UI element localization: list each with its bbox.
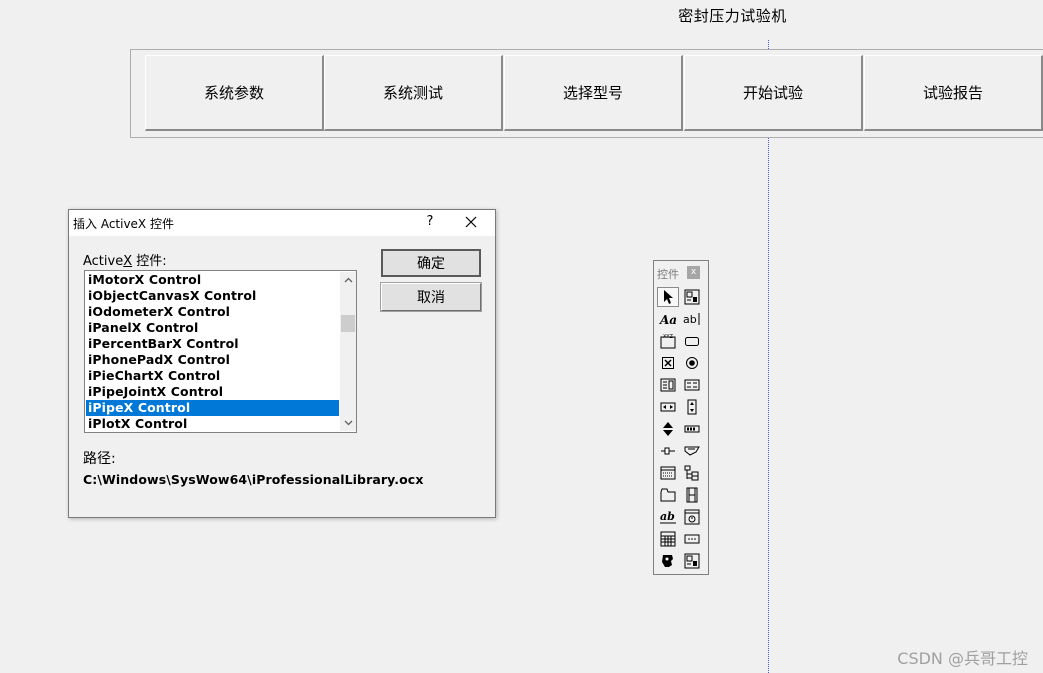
list-item[interactable]: iPipeJointX Control bbox=[86, 384, 339, 400]
system-params-button[interactable]: 系统参数 bbox=[145, 55, 324, 131]
date-time-picker-icon bbox=[684, 509, 700, 525]
help-button[interactable]: ? bbox=[422, 214, 438, 229]
svg-text:XYZ: XYZ bbox=[663, 334, 673, 340]
check-box-icon bbox=[662, 357, 674, 369]
slider-icon bbox=[661, 447, 675, 455]
test-report-button[interactable]: 试验报告 bbox=[864, 55, 1043, 131]
scroll-down-button[interactable] bbox=[340, 415, 356, 431]
system-test-button[interactable]: 系统测试 bbox=[324, 55, 503, 131]
list-item[interactable]: iObjectCanvasX Control bbox=[86, 288, 339, 304]
label-tool[interactable]: Aa bbox=[657, 309, 679, 329]
cancel-button[interactable]: 取消 bbox=[380, 282, 482, 312]
dialog-titlebar[interactable]: 插入 ActiveX 控件 ? bbox=[69, 210, 495, 236]
ok-button[interactable]: 确定 bbox=[381, 249, 481, 277]
slider-tool[interactable] bbox=[657, 441, 679, 461]
ip-address-icon bbox=[684, 534, 700, 544]
edit-box-icon: ab bbox=[683, 313, 700, 326]
close-button[interactable] bbox=[462, 212, 480, 232]
vertical-scrollbar-icon bbox=[687, 399, 697, 415]
radio-button-icon bbox=[686, 357, 698, 369]
select-pointer-icon bbox=[664, 290, 673, 304]
label-suffix: 控件: bbox=[132, 254, 167, 269]
list-item[interactable]: iPieChartX Control bbox=[86, 368, 339, 384]
rich-edit-icon: ab bbox=[660, 510, 676, 524]
tab-control-icon bbox=[660, 488, 676, 502]
check-box-tool[interactable] bbox=[657, 353, 679, 373]
list-scrollbar[interactable] bbox=[340, 272, 356, 431]
progress-tool[interactable] bbox=[681, 419, 703, 439]
app-title: 密封压力试验机 bbox=[678, 7, 787, 25]
animation-tool[interactable] bbox=[681, 485, 703, 505]
form-designer-canvas: 密封压力试验机 系统参数 系统测试 选择型号 开始试验 试验报告 插入 Acti… bbox=[0, 0, 1043, 673]
list-item[interactable]: iPercentBarX Control bbox=[86, 336, 339, 352]
horizontal-scrollbar-tool[interactable] bbox=[657, 397, 679, 417]
chevron-down-icon bbox=[344, 420, 352, 426]
animation-icon bbox=[686, 487, 698, 503]
svg-text:ab: ab bbox=[683, 313, 697, 326]
close-icon bbox=[465, 216, 477, 228]
vertical-scrollbar-tool[interactable] bbox=[681, 397, 703, 417]
list-item[interactable]: iMotorX Control bbox=[86, 272, 339, 288]
extended-combo-tool[interactable] bbox=[681, 551, 703, 571]
scroll-thumb[interactable] bbox=[341, 315, 355, 332]
label-prefix: Active bbox=[83, 254, 124, 269]
list-box-tool[interactable] bbox=[681, 375, 703, 395]
list-item[interactable]: iOdometerX Control bbox=[86, 304, 339, 320]
button-icon bbox=[685, 337, 699, 346]
svg-text:Aa: Aa bbox=[659, 313, 677, 326]
select-pointer-tool[interactable] bbox=[657, 287, 679, 307]
activex-controls-list[interactable]: iMotorX Control iObjectCanvasX Control i… bbox=[84, 270, 357, 433]
watermark: CSDN @兵哥工控 bbox=[897, 649, 1028, 668]
list-control-tool[interactable] bbox=[657, 463, 679, 483]
activex-control-icon bbox=[684, 289, 700, 305]
month-calendar-icon bbox=[660, 531, 676, 547]
edit-box-tool[interactable]: ab bbox=[681, 309, 703, 329]
group-box-icon: XYZ bbox=[660, 334, 676, 349]
palette-close-button[interactable]: x bbox=[687, 266, 700, 279]
tree-control-icon bbox=[684, 465, 699, 481]
chevron-up-icon bbox=[344, 277, 352, 283]
tab-control-tool[interactable] bbox=[657, 485, 679, 505]
rich-edit-tool[interactable]: ab bbox=[657, 507, 679, 527]
tree-control-tool[interactable] bbox=[681, 463, 703, 483]
path-label: 路径: bbox=[83, 451, 116, 467]
list-item[interactable]: iPanelX Control bbox=[86, 320, 339, 336]
spin-tool[interactable] bbox=[657, 419, 679, 439]
date-time-picker-tool[interactable] bbox=[681, 507, 703, 527]
spin-icon bbox=[663, 422, 673, 436]
list-box-icon bbox=[684, 379, 700, 391]
start-test-button[interactable]: 开始试验 bbox=[684, 55, 863, 131]
group-box-tool[interactable]: XYZ bbox=[657, 331, 679, 351]
svg-text:ab: ab bbox=[660, 510, 675, 523]
label-accelerator: X bbox=[123, 254, 133, 269]
list-control-icon bbox=[660, 466, 676, 480]
hotkey-tool[interactable] bbox=[681, 441, 703, 461]
custom-control-tool[interactable] bbox=[657, 551, 679, 571]
select-model-button[interactable]: 选择型号 bbox=[504, 55, 683, 131]
path-value: C:\Windows\SysWow64\iProfessionalLibrary… bbox=[83, 472, 424, 487]
label-icon: Aa bbox=[659, 313, 677, 326]
month-calendar-tool[interactable] bbox=[657, 529, 679, 549]
activex-controls-label: ActiveX 控件: bbox=[83, 250, 167, 269]
palette-title: 控件 bbox=[657, 268, 679, 281]
activex-control-tool[interactable] bbox=[681, 287, 703, 307]
horizontal-scrollbar-icon bbox=[660, 402, 676, 412]
radio-button-tool[interactable] bbox=[681, 353, 703, 373]
extended-combo-icon bbox=[684, 553, 700, 569]
list-item[interactable]: iPlotX Control bbox=[86, 416, 339, 431]
controls-palette: 控件 x Aa ab XYZ ab bbox=[653, 260, 709, 575]
combo-box-tool[interactable] bbox=[657, 375, 679, 395]
progress-icon bbox=[684, 425, 700, 433]
hotkey-icon bbox=[684, 446, 700, 456]
list-item[interactable]: iPhonePadX Control bbox=[86, 352, 339, 368]
insert-activex-dialog: 插入 ActiveX 控件 ? ActiveX 控件: iMotorX Cont… bbox=[68, 209, 496, 518]
list-item-selected[interactable]: iPipeX Control bbox=[86, 400, 339, 416]
scroll-up-button[interactable] bbox=[340, 272, 356, 288]
ip-address-tool[interactable] bbox=[681, 529, 703, 549]
combo-box-icon bbox=[660, 378, 676, 392]
button-tool[interactable] bbox=[681, 331, 703, 351]
dialog-title: 插入 ActiveX 控件 bbox=[73, 217, 174, 231]
custom-control-icon bbox=[662, 555, 673, 567]
list-items: iMotorX Control iObjectCanvasX Control i… bbox=[86, 272, 339, 431]
